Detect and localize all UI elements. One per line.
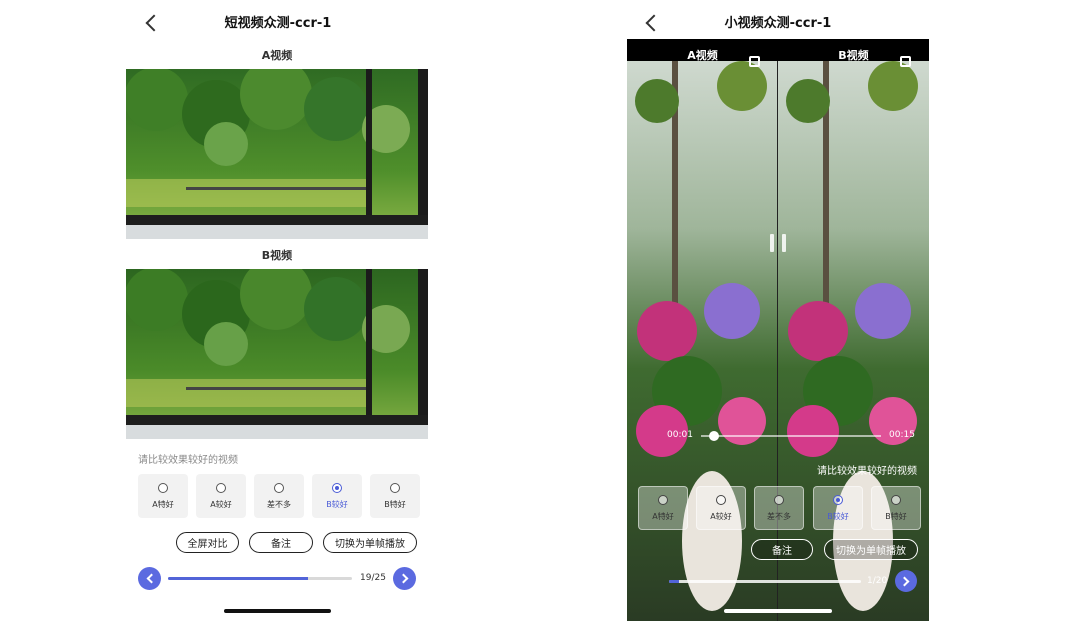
- compare-hint: 请比较效果较好的视频: [817, 466, 917, 477]
- option-a-better[interactable]: A较好: [696, 486, 746, 530]
- radio-icon: [774, 494, 784, 505]
- back-chevron-icon: [145, 14, 163, 32]
- playback-seek-bar[interactable]: [701, 435, 881, 437]
- video-b-half: [778, 61, 929, 621]
- total-time: 00:15: [889, 430, 915, 440]
- option-a-much-better[interactable]: A特好: [138, 474, 188, 518]
- fullscreen-compare-view: A视频 B视频 00:01 00:15 请比较效果较好的视频 A特好 A较好 差…: [627, 39, 929, 621]
- option-label: A特好: [652, 511, 674, 521]
- option-similar[interactable]: 差不多: [754, 486, 804, 530]
- option-b-better[interactable]: B较好: [813, 486, 863, 530]
- radio-icon: [716, 494, 726, 505]
- next-arrow-icon: [398, 573, 408, 584]
- seek-handle[interactable]: [708, 431, 719, 441]
- pause-button[interactable]: [768, 234, 788, 254]
- option-label: A较好: [210, 499, 232, 509]
- option-label: A较好: [710, 511, 732, 521]
- option-label: B较好: [326, 499, 348, 509]
- radio-icon: [390, 482, 400, 493]
- pause-icon: [770, 234, 774, 252]
- compare-hint: 请比较效果较好的视频: [138, 455, 238, 466]
- home-indicator: [224, 609, 331, 613]
- video-a-frame: [126, 69, 428, 239]
- switch-single-frame-button[interactable]: 切换为单帧播放: [323, 532, 417, 553]
- pause-icon-bar: [782, 234, 786, 252]
- back-button[interactable]: [142, 13, 163, 33]
- radio-icon: [158, 482, 168, 493]
- radio-icon: [274, 482, 284, 493]
- page-title: 小视频众测-ccr-1: [724, 16, 832, 31]
- back-chevron-icon: [645, 14, 663, 32]
- radio-selected-icon: [332, 482, 342, 493]
- next-arrow-icon: [899, 576, 910, 586]
- option-b-better[interactable]: B较好: [312, 474, 362, 518]
- prev-button[interactable]: [138, 567, 161, 590]
- note-button[interactable]: 备注: [751, 539, 813, 560]
- fullscreen-icon[interactable]: [900, 56, 911, 67]
- radio-icon: [891, 494, 901, 505]
- radio-icon: [216, 482, 226, 493]
- fullscreen-icon[interactable]: [749, 56, 760, 67]
- current-time: 00:01: [667, 430, 693, 440]
- video-b-label: B视频: [261, 249, 293, 262]
- task-progress-fill: [669, 580, 679, 583]
- option-label: B特好: [885, 511, 907, 521]
- radio-selected-icon: [833, 494, 843, 505]
- fullscreen-compare-button[interactable]: 全屏对比: [176, 532, 239, 553]
- video-a-player[interactable]: [126, 69, 428, 239]
- back-button[interactable]: [642, 13, 663, 33]
- prev-arrow-icon: [146, 573, 156, 584]
- task-progress-counter: 19/25: [360, 573, 386, 583]
- video-compare-frame[interactable]: [627, 61, 929, 621]
- option-label: 差不多: [267, 499, 291, 509]
- task-progress-fill: [168, 577, 308, 580]
- option-a-better[interactable]: A较好: [196, 474, 246, 518]
- video-a-half: [627, 61, 777, 621]
- task-progress-bar: [669, 580, 861, 583]
- radio-icon: [658, 494, 668, 505]
- next-button[interactable]: [895, 570, 917, 592]
- note-button[interactable]: 备注: [249, 532, 313, 553]
- option-label: B较好: [827, 511, 849, 521]
- option-b-much-better[interactable]: B特好: [871, 486, 921, 530]
- video-b-player[interactable]: [126, 269, 428, 439]
- task-progress-bar: [168, 577, 352, 580]
- option-label: B特好: [384, 499, 406, 509]
- home-indicator: [724, 609, 832, 613]
- option-label: 差不多: [767, 511, 791, 521]
- next-button[interactable]: [393, 567, 416, 590]
- option-b-much-better[interactable]: B特好: [370, 474, 420, 518]
- option-label: A特好: [152, 499, 174, 509]
- video-b-frame: [126, 269, 428, 439]
- option-a-much-better[interactable]: A特好: [638, 486, 688, 530]
- switch-single-frame-button[interactable]: 切换为单帧播放: [824, 539, 918, 560]
- option-similar[interactable]: 差不多: [254, 474, 304, 518]
- page-title: 短视频众测-ccr-1: [224, 16, 332, 31]
- video-a-label: A视频: [261, 49, 293, 62]
- task-progress-counter: 1/20: [867, 576, 888, 586]
